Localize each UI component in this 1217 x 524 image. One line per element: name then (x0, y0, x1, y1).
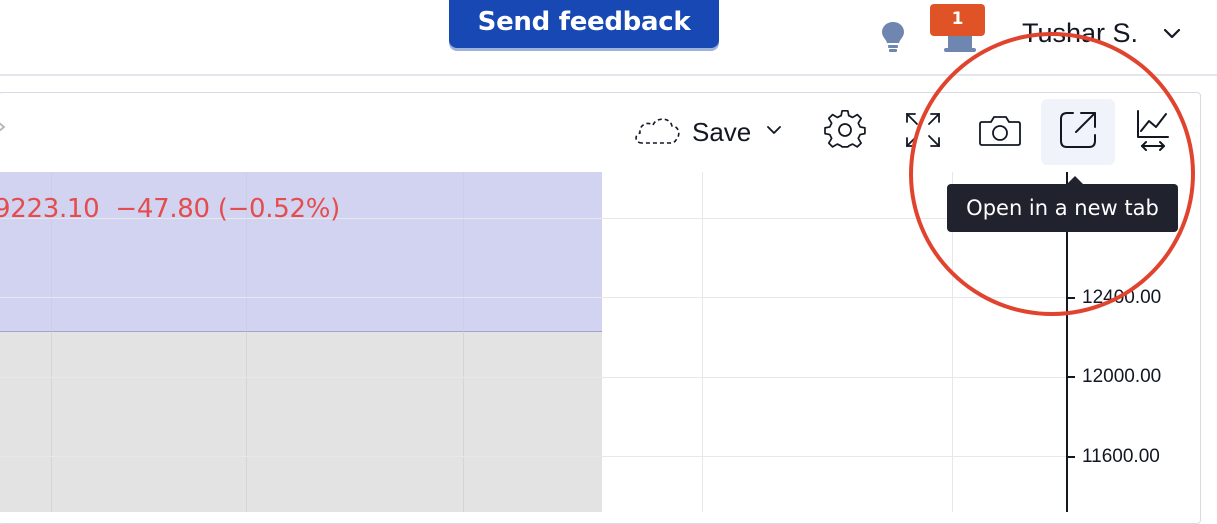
grid-line (0, 377, 1066, 378)
open-new-tab-icon (1058, 110, 1098, 155)
save-button[interactable]: Save (632, 99, 802, 165)
collapse-arrow-icon[interactable] (0, 120, 6, 134)
snapshot-button[interactable] (969, 99, 1031, 165)
camera-icon (978, 112, 1022, 153)
save-label: Save (692, 116, 752, 147)
fullscreen-button[interactable] (893, 99, 953, 165)
axis-tick (1068, 456, 1075, 458)
tooltip: Open in a new tab (947, 184, 1178, 232)
user-menu-name[interactable]: Tushar S. (1022, 18, 1138, 49)
open-new-tab-button[interactable] (1041, 99, 1115, 165)
grid-line (0, 456, 1066, 457)
axis-tick (1068, 297, 1075, 299)
notification-badge: 1 (930, 4, 985, 36)
chart-scale-button[interactable] (1126, 99, 1180, 165)
settings-button[interactable] (814, 99, 876, 165)
grid-line (0, 297, 1066, 298)
grid-line (702, 172, 703, 512)
fullscreen-icon (904, 111, 942, 154)
axis-tick (1068, 376, 1075, 378)
grid-line (463, 172, 464, 512)
price-axis-label: 12000.00 (1082, 366, 1162, 387)
chevron-down-icon[interactable] (1162, 26, 1182, 42)
cloud-icon (632, 113, 682, 152)
price-change-readout: 9223.10 −47.80 (−0.52%) (0, 194, 340, 224)
shaded-region (0, 332, 602, 512)
price-axis-label: 12400.00 (1082, 287, 1162, 308)
chevron-down-icon[interactable] (765, 123, 783, 142)
top-bar-divider (0, 74, 1217, 76)
chart-scale-icon (1134, 107, 1172, 158)
lightbulb-icon[interactable] (878, 20, 908, 54)
gear-icon (824, 109, 866, 156)
price-axis-label: 11600.00 (1082, 446, 1160, 467)
send-feedback-button[interactable]: Send feedback (449, 0, 719, 48)
